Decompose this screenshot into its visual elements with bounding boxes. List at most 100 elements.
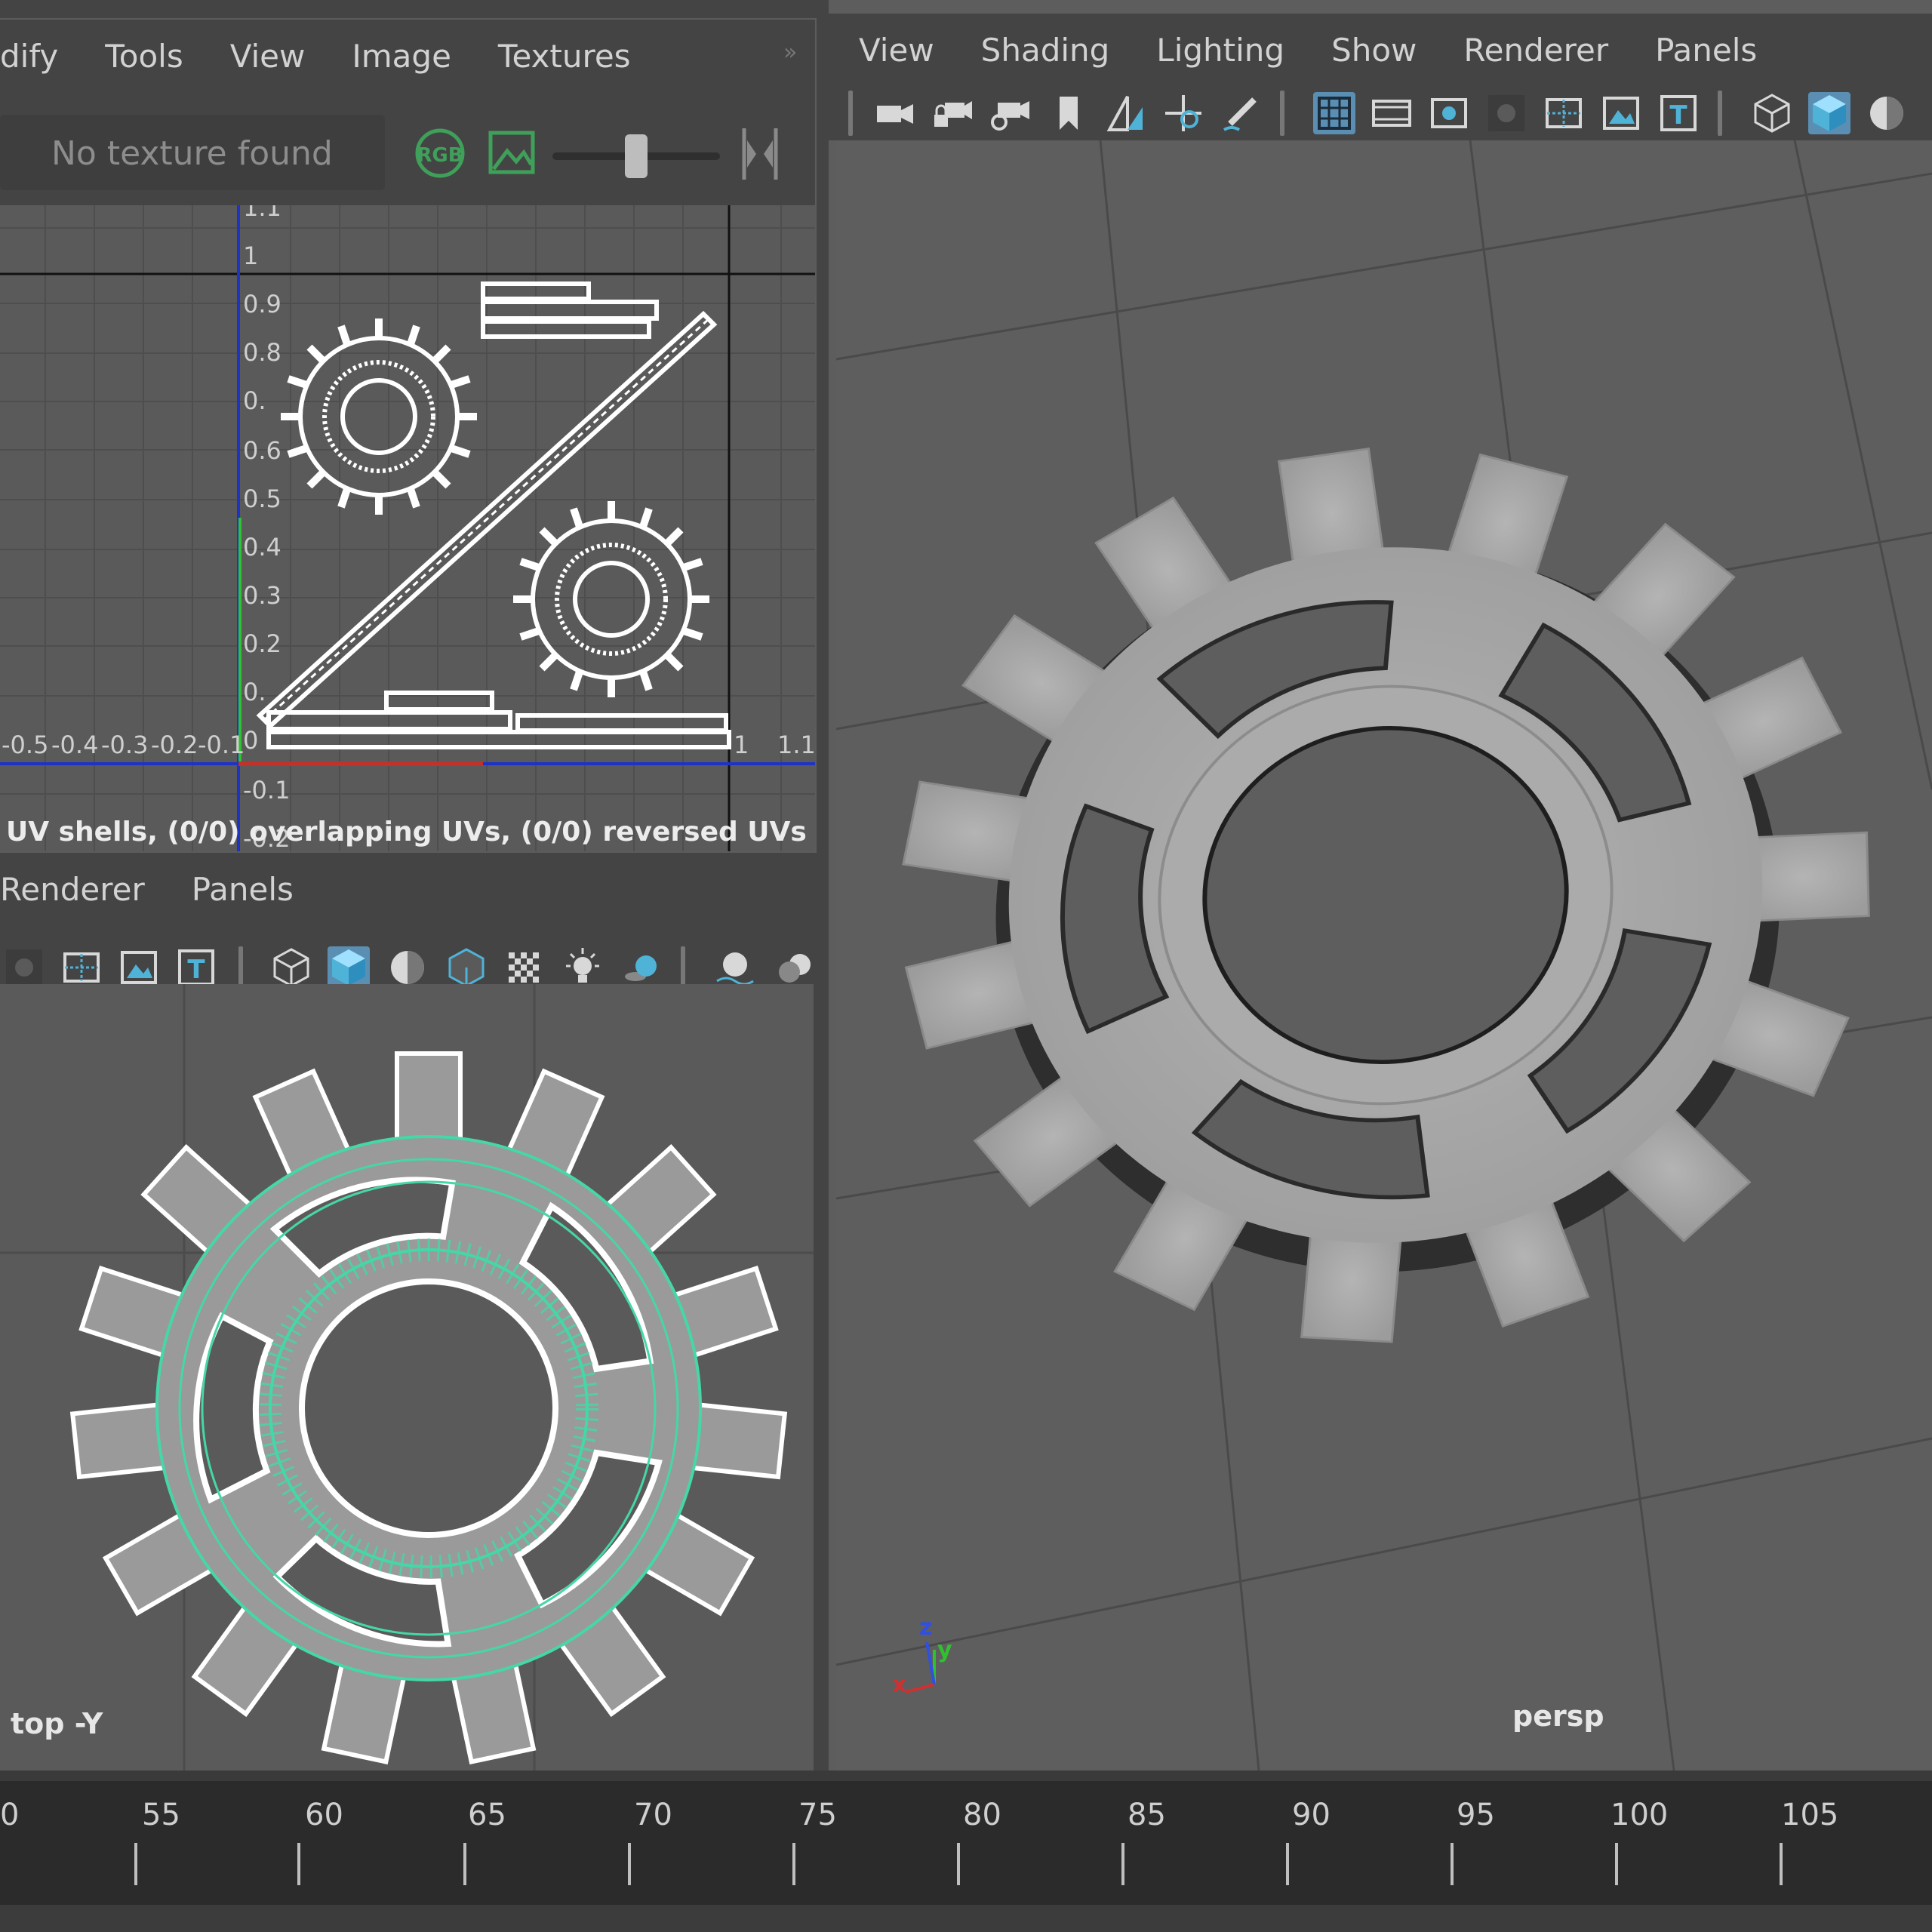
default-material-icon[interactable] [1866,92,1908,134]
menu-lighting[interactable]: Lighting [1156,32,1284,69]
frame-label: 0 [0,1798,20,1832]
wireframe-icon[interactable] [1751,92,1793,134]
uv-shell-top-strips[interactable] [481,281,659,339]
menu-view[interactable]: View [859,32,934,69]
frame-tick [1451,1843,1454,1885]
texture-dropdown[interactable]: No texture found [0,115,385,190]
collapse-icon[interactable] [734,124,786,184]
film-gate-icon[interactable] [1371,92,1413,134]
menu-textures[interactable]: Textures [498,38,631,75]
timeline[interactable]: 0 55 60 65 70 75 80 85 90 95 100 105 [0,1770,1932,1932]
top-camera-label: top -Y [11,1707,103,1740]
uv-tick-v-0-5: 0.5 [243,485,281,513]
toolbar-separator [1280,91,1284,136]
uv-tick-u-neg-0-5: -0.5 [2,731,48,759]
safe-title-icon[interactable]: T [1657,92,1700,134]
toolbar-separator [1718,91,1722,136]
bookmark-icon[interactable] [1048,92,1090,134]
persp-menubar: View Shading Lighting Show Renderer Pane… [829,14,1932,86]
gate-mask-icon[interactable] [1485,92,1527,134]
uv-tick-v-0-4: 0.4 [243,533,281,561]
frame-tick [792,1843,795,1885]
safe-title-icon[interactable]: T [175,946,217,989]
frame-label: 75 [798,1798,837,1832]
field-chart-icon[interactable] [60,946,103,989]
menu-panels[interactable]: Panels [1655,32,1757,69]
wireframe-icon[interactable] [270,946,312,989]
top-scene-svg [0,984,814,1770]
uv-tick-u-neg-0-2: -0.2 [151,731,198,759]
uv-tick-u-1-1: 1.1 [777,731,815,759]
frame-label: 55 [142,1798,180,1832]
uv-tick-v-0-3: 0.3 [243,581,281,610]
smooth-shade-icon[interactable] [328,946,370,989]
uv-tick-u-neg-0-1: -0.1 [198,731,245,759]
top-viewport[interactable]: top -Y [0,984,814,1770]
menu-image[interactable]: Image [352,38,451,75]
2d-pan-zoom-icon[interactable] [1162,92,1204,134]
wireframe-on-shaded-icon[interactable] [445,946,488,989]
default-material-icon[interactable] [386,946,429,989]
persp-camera-label: persp [1512,1700,1604,1733]
range-slider[interactable] [0,1905,1932,1932]
menu-overflow-icon[interactable]: » [783,39,797,66]
top-gear-model[interactable] [69,1051,788,1765]
menu-renderer[interactable]: Renderer [1463,32,1608,69]
uv-tick-v-1: 1 [243,242,258,270]
axis-x-label: x [892,1672,906,1698]
gate-mask-icon[interactable] [3,946,45,989]
menu-modify[interactable]: dify [0,38,58,75]
rgb-channels-icon[interactable]: RGB [408,127,472,180]
screen-space-ao-icon[interactable] [712,946,755,989]
menu-shading[interactable]: Shading [981,32,1110,69]
exposure-slider-icon[interactable] [625,134,648,178]
uv-shell-gear-1[interactable] [281,318,477,515]
axis-gizmo: x y z [892,1614,952,1698]
resolution-gate-icon[interactable] [1428,92,1470,134]
image-plane-icon[interactable] [1105,92,1147,134]
menu-renderer[interactable]: Renderer [0,871,145,908]
frame-label: 105 [1781,1798,1839,1832]
field-chart-icon[interactable] [1543,92,1585,134]
uv-editor-panel: dify Tools View Image Textures » No text… [0,18,817,853]
frame-tick [1121,1843,1124,1885]
camera-icon[interactable] [874,92,916,134]
panel-divider[interactable] [817,0,829,1770]
uv-tick-v-0: 0 [243,726,258,755]
uv-shell-bottom-strips[interactable] [266,691,731,749]
motion-blur-icon[interactable] [770,946,812,989]
svg-text:T: T [1669,100,1687,131]
shadows-icon[interactable] [620,946,663,989]
menu-tools[interactable]: Tools [105,38,183,75]
frame-label: 95 [1457,1798,1495,1832]
lock-camera-icon[interactable] [931,92,974,134]
uv-tick-u-1: 1 [734,731,749,759]
image-display-icon[interactable] [488,128,536,177]
persp-viewport[interactable]: x y z persp [836,140,1932,1770]
persp-scene-svg: x y z [836,140,1932,1770]
axis-y-label: y [937,1637,952,1663]
uv-status-text: UV shells, (0/0) overlapping UVs, (0/0) … [6,817,807,848]
grid-icon[interactable] [1313,92,1355,134]
persp-gear-model[interactable] [844,387,1928,1401]
grease-pencil-icon[interactable] [1220,92,1262,134]
camera-attributes-icon[interactable] [989,92,1031,134]
uv-tick-v-neg-0-1: -0.1 [243,776,290,804]
frame-tick [957,1843,960,1885]
uv-grid-canvas[interactable]: 1.1 1 0.9 0.8 0. 0.6 0.5 0.4 0.3 0.2 0. … [0,205,815,851]
menu-panels[interactable]: Panels [192,871,294,908]
axis-z-label: z [919,1614,932,1641]
uv-shell-gear-2[interactable] [513,501,709,697]
xray-icon[interactable] [503,946,545,989]
frame-tick [1286,1843,1289,1885]
menu-show[interactable]: Show [1331,32,1417,69]
uv-tick-v-0-7: 0. [243,386,266,415]
toolbar-separator [848,91,853,136]
frame-label: 60 [305,1798,343,1832]
menu-view[interactable]: View [230,38,306,75]
uv-editor-toolbar: No texture found RGB [0,92,815,205]
safe-action-icon[interactable] [1600,92,1642,134]
lighting-icon[interactable] [561,946,604,989]
smooth-shade-icon[interactable] [1808,92,1850,134]
safe-action-icon[interactable] [118,946,160,989]
